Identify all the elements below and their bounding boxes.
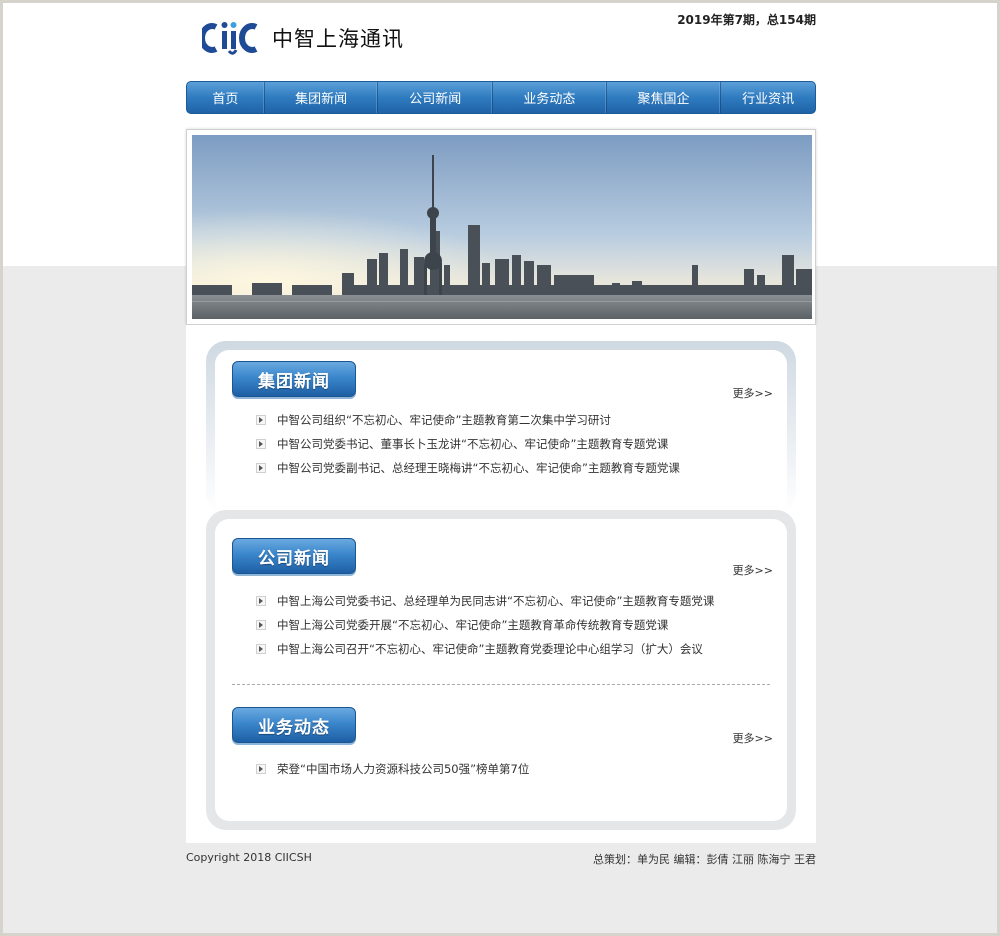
editorial-credits: 总策划：单为民 编辑：彭倩 江丽 陈海宁 王君	[593, 853, 816, 866]
business-list: 荣登“中国市场人力资源科技公司50强”榜单第7位	[256, 757, 529, 781]
news-item-title: 中智上海公司党委开展“不忘初心、牢记使命”主题教育革命传统教育专题党课	[277, 618, 669, 632]
news-item[interactable]: 荣登“中国市场人力资源科技公司50强”榜单第7位	[256, 757, 529, 781]
arrow-bullet-icon	[256, 415, 266, 425]
arrow-bullet-icon	[256, 596, 266, 606]
group-news-title[interactable]: 集团新闻	[232, 361, 356, 397]
main-nav: 首页 集团新闻 公司新闻 业务动态 聚焦国企 行业资讯	[186, 81, 816, 114]
business-title[interactable]: 业务动态	[232, 707, 356, 743]
group-news-list: 中智公司组织“不忘初心、牢记使命”主题教育第二次集中学习研讨 中智公司党委书记、…	[256, 408, 680, 480]
logo-text: 中智上海通讯	[272, 27, 404, 51]
news-item-title: 中智上海公司党委书记、总经理单为民同志讲“不忘初心、牢记使命”主题教育专题党课	[277, 594, 715, 608]
ciic-logo-mark	[202, 22, 258, 55]
company-news-panel: 公司新闻 更多>> 中智上海公司党委书记、总经理单为民同志讲“不忘初心、牢记使命…	[206, 510, 796, 830]
news-item-title: 荣登“中国市场人力资源科技公司50强”榜单第7位	[277, 762, 530, 776]
nav-item-soe-focus[interactable]: 聚焦国企	[607, 82, 722, 113]
news-item[interactable]: 中智上海公司召开“不忘初心、牢记使命”主题教育党委理论中心组学习（扩大）会议	[256, 637, 714, 661]
company-news-title[interactable]: 公司新闻	[232, 538, 356, 574]
company-news-list: 中智上海公司党委书记、总经理单为民同志讲“不忘初心、牢记使命”主题教育专题党课 …	[256, 589, 714, 661]
copyright: Copyright 2018 CIICSH	[186, 851, 312, 864]
nav-item-company-news[interactable]: 公司新闻	[378, 82, 494, 113]
ciic-logo[interactable]: 中智上海通讯	[202, 18, 404, 58]
nav-item-industry-news[interactable]: 行业资讯	[721, 82, 815, 113]
arrow-bullet-icon	[256, 439, 266, 449]
news-item[interactable]: 中智公司党委书记、董事长卜玉龙讲“不忘初心、牢记使命”主题教育专题党课	[256, 432, 680, 456]
news-item-title: 中智公司党委书记、董事长卜玉龙讲“不忘初心、牢记使命”主题教育专题党课	[277, 437, 669, 451]
shanghai-skyline-banner	[186, 129, 816, 325]
business-more-link[interactable]: 更多>>	[733, 730, 773, 746]
group-news-more-link[interactable]: 更多>>	[733, 385, 773, 401]
arrow-bullet-icon	[256, 644, 266, 654]
nav-item-business[interactable]: 业务动态	[493, 82, 607, 113]
news-item-title: 中智公司党委副书记、总经理王晓梅讲“不忘初心、牢记使命”主题教育专题党课	[277, 461, 680, 475]
arrow-bullet-icon	[256, 620, 266, 630]
news-item-title: 中智上海公司召开“不忘初心、牢记使命”主题教育党委理论中心组学习（扩大）会议	[277, 642, 703, 656]
skyline-image	[192, 135, 812, 319]
section-divider	[232, 684, 770, 685]
group-news-panel: 集团新闻 更多>> 中智公司组织“不忘初心、牢记使命”主题教育第二次集中学习研讨…	[206, 341, 796, 513]
arrow-bullet-icon	[256, 764, 266, 774]
news-item[interactable]: 中智上海公司党委开展“不忘初心、牢记使命”主题教育革命传统教育专题党课	[256, 613, 714, 637]
nav-item-group-news[interactable]: 集团新闻	[265, 82, 379, 113]
company-news-more-link[interactable]: 更多>>	[733, 562, 773, 578]
nav-item-home[interactable]: 首页	[187, 82, 265, 113]
newsletter-page: 中智上海通讯 2019年第7期，总154期 首页 集团新闻 公司新闻 业务动态 …	[186, 0, 816, 936]
arrow-bullet-icon	[256, 463, 266, 473]
news-item[interactable]: 中智上海公司党委书记、总经理单为民同志讲“不忘初心、牢记使命”主题教育专题党课	[256, 589, 714, 613]
news-item[interactable]: 中智公司组织“不忘初心、牢记使命”主题教育第二次集中学习研讨	[256, 408, 680, 432]
news-item[interactable]: 中智公司党委副书记、总经理王晓梅讲“不忘初心、牢记使命”主题教育专题党课	[256, 456, 680, 480]
issue-number: 2019年第7期，总154期	[677, 13, 816, 27]
news-item-title: 中智公司组织“不忘初心、牢记使命”主题教育第二次集中学习研讨	[277, 413, 611, 427]
